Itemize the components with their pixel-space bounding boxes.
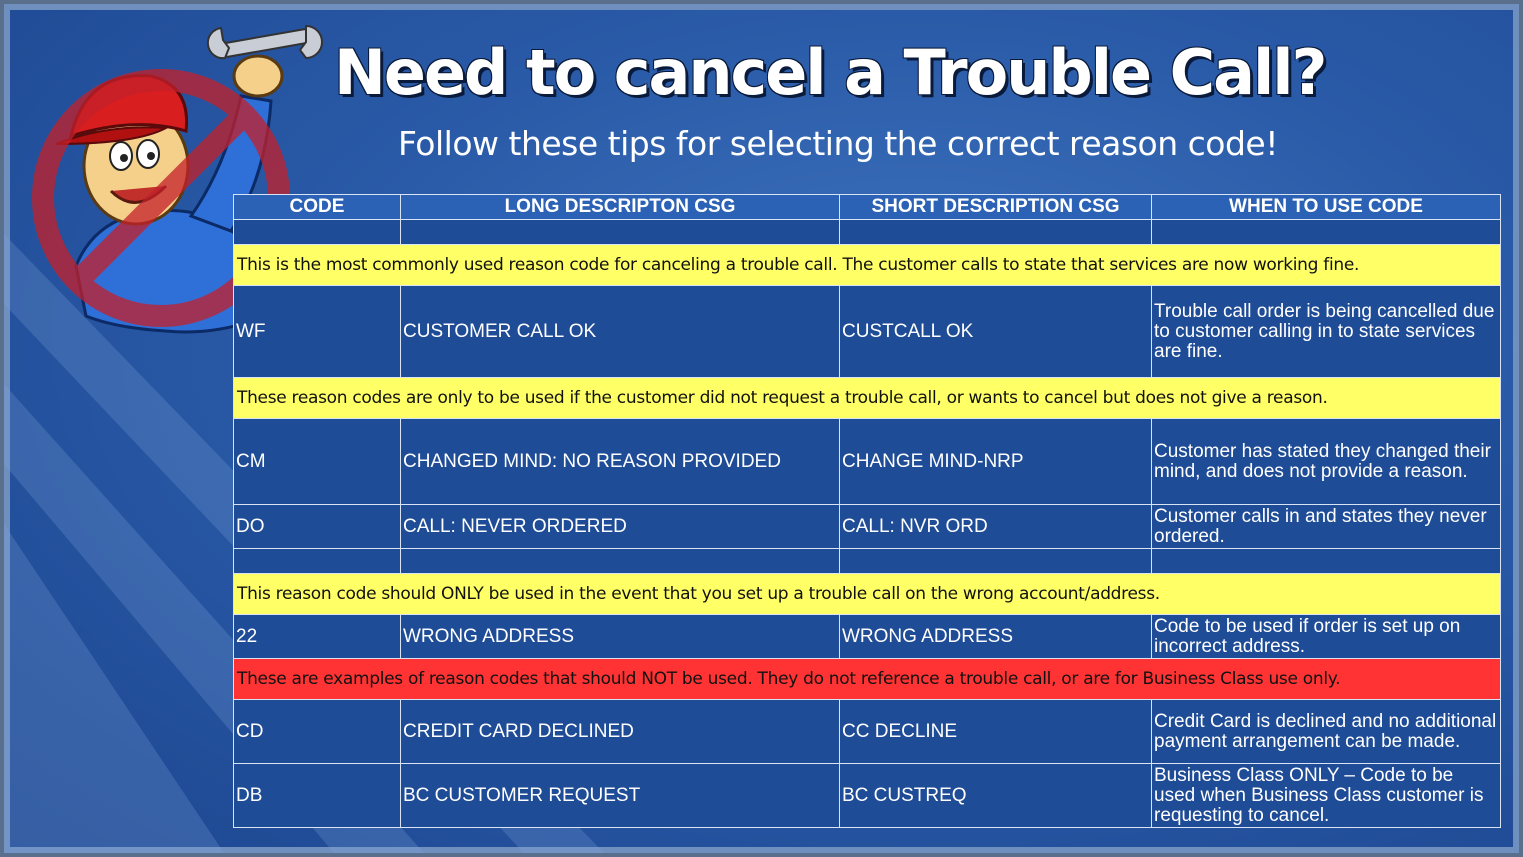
code-cell: CM (233, 418, 401, 505)
when-to-use-cell: Customer calls in and states they never … (1151, 504, 1501, 549)
table-row (233, 219, 1501, 245)
warning-text: These are examples of reason codes that … (233, 658, 1501, 700)
table-row: WF CUSTOMER CALL OK CUSTCALL OK Trouble … (233, 285, 1501, 378)
short-description-cell: CC DECLINE (839, 699, 1152, 764)
table-row: DB BC CUSTOMER REQUEST BC CUSTREQ Busine… (233, 763, 1501, 828)
code-cell: WF (233, 285, 401, 378)
note-text: This is the most commonly used reason co… (233, 244, 1501, 286)
when-to-use-cell: Code to be used if order is set up on in… (1151, 614, 1501, 659)
long-description-cell: CALL: NEVER ORDERED (400, 504, 840, 549)
code-cell: DB (233, 763, 401, 828)
short-description-cell: CUSTCALL OK (839, 285, 1152, 378)
long-description-cell: BC CUSTOMER REQUEST (400, 763, 840, 828)
short-description-cell: CALL: NVR ORD (839, 504, 1152, 549)
empty-cell (839, 219, 1152, 245)
long-description-cell: WRONG ADDRESS (400, 614, 840, 659)
reason-code-table: CODE LONG DESCRIPTON CSG SHORT DESCRIPTI… (233, 194, 1501, 828)
long-description-cell: CREDIT CARD DECLINED (400, 699, 840, 764)
page-title: Need to cancel a Trouble Call? (334, 36, 1327, 109)
column-header-code: CODE (233, 194, 401, 220)
slide: Need to cancel a Trouble Call? Follow th… (4, 4, 1519, 853)
note-text: These reason codes are only to be used i… (233, 377, 1501, 419)
code-cell: DO (233, 504, 401, 549)
when-to-use-cell: Trouble call order is being cancelled du… (1151, 285, 1501, 378)
note-row-wrong-address: This reason code should ONLY be used in … (233, 573, 1501, 615)
code-cell: 22 (233, 614, 401, 659)
empty-cell (400, 548, 840, 574)
table-row: DO CALL: NEVER ORDERED CALL: NVR ORD Cus… (233, 504, 1501, 549)
note-row-common: This is the most commonly used reason co… (233, 244, 1501, 286)
note-text: This reason code should ONLY be used in … (233, 573, 1501, 615)
table-row: 22 WRONG ADDRESS WRONG ADDRESS Code to b… (233, 614, 1501, 659)
note-row-not-used: These are examples of reason codes that … (233, 658, 1501, 700)
code-cell: CD (233, 699, 401, 764)
empty-cell (1151, 548, 1501, 574)
short-description-cell: CHANGE MIND-NRP (839, 418, 1152, 505)
column-header-long-description: LONG DESCRIPTON CSG (400, 194, 840, 220)
when-to-use-cell: Credit Card is declined and no additiona… (1151, 699, 1501, 764)
empty-cell (233, 219, 401, 245)
empty-cell (839, 548, 1152, 574)
when-to-use-cell: Business Class ONLY – Code to be used wh… (1151, 763, 1501, 828)
empty-cell (400, 219, 840, 245)
long-description-cell: CUSTOMER CALL OK (400, 285, 840, 378)
table-row (233, 548, 1501, 574)
long-description-cell: CHANGED MIND: NO REASON PROVIDED (400, 418, 840, 505)
empty-cell (233, 548, 401, 574)
short-description-cell: BC CUSTREQ (839, 763, 1152, 828)
table-row: CD CREDIT CARD DECLINED CC DECLINE Credi… (233, 699, 1501, 764)
short-description-cell: WRONG ADDRESS (839, 614, 1152, 659)
table-header-row: CODE LONG DESCRIPTON CSG SHORT DESCRIPTI… (233, 194, 1501, 220)
wrench-icon (206, 24, 323, 60)
when-to-use-cell: Customer has stated they changed their m… (1151, 418, 1501, 505)
table-row: CM CHANGED MIND: NO REASON PROVIDED CHAN… (233, 418, 1501, 505)
page-subtitle: Follow these tips for selecting the corr… (398, 124, 1278, 163)
column-header-short-description: SHORT DESCRIPTION CSG (839, 194, 1152, 220)
note-row-no-reason: These reason codes are only to be used i… (233, 377, 1501, 419)
column-header-when-to-use: WHEN TO USE CODE (1151, 194, 1501, 220)
empty-cell (1151, 219, 1501, 245)
